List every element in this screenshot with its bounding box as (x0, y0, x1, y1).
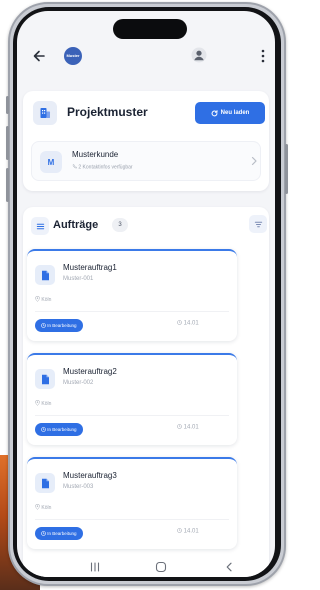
customer-contacts-text: 2 Kontaktinfos verfügbar (78, 164, 133, 171)
order-divider (35, 311, 229, 312)
orders-title: Aufträge (53, 219, 99, 231)
side-button-volume-up (6, 126, 9, 160)
reload-button[interactable]: Neu laden (195, 102, 265, 124)
user-icon[interactable] (191, 47, 207, 63)
order-card-2[interactable]: Musterauftrag2 Muster-002 Köln In Bearbe… (27, 353, 237, 445)
system-nav-bar (17, 559, 275, 577)
order-city: Köln (41, 297, 52, 303)
clock-icon (177, 320, 182, 325)
order-date-text: 14.01 (183, 528, 199, 535)
order-status: In Bearbeitung (47, 427, 77, 432)
nav-back-icon[interactable] (225, 562, 233, 572)
document-icon (35, 369, 55, 389)
customer-name: Musterkunde (72, 150, 119, 159)
order-date: 14.01 (177, 424, 199, 431)
order-location: Köln (35, 295, 52, 303)
back-arrow-icon[interactable] (32, 49, 46, 63)
order-id: Muster-001 (63, 276, 94, 282)
order-divider (35, 415, 229, 416)
side-button-power (285, 144, 288, 194)
project-card: Projektmuster Neu laden M Musterkunde 2 … (23, 91, 269, 191)
home-icon[interactable] (155, 561, 167, 573)
clock-icon (177, 528, 182, 533)
order-status-badge: In Bearbeitung (35, 319, 83, 332)
order-date: 14.01 (177, 528, 199, 535)
pin-icon (35, 503, 40, 510)
order-location: Köln (35, 399, 52, 407)
order-id: Muster-003 (63, 484, 94, 490)
order-status: In Bearbeitung (47, 531, 77, 536)
document-icon (35, 473, 55, 493)
more-vertical-icon[interactable] (260, 48, 266, 64)
reload-button-label: Neu laden (220, 110, 250, 116)
status-clock-icon (41, 322, 46, 328)
document-icon (35, 265, 55, 285)
customer-avatar: M (40, 151, 62, 173)
list-icon (31, 217, 49, 235)
status-clock-icon (41, 530, 46, 536)
orders-count-badge: 3 (112, 218, 128, 232)
order-city: Köln (41, 505, 52, 511)
order-date: 14.01 (177, 320, 199, 327)
clock-icon (177, 424, 182, 429)
order-city: Köln (41, 401, 52, 407)
order-status-badge: In Bearbeitung (35, 423, 83, 436)
phone-icon (72, 164, 77, 169)
order-id: Muster-002 (63, 380, 94, 386)
order-date-text: 14.01 (183, 320, 199, 327)
order-location: Köln (35, 503, 52, 511)
order-status: In Bearbeitung (47, 323, 77, 328)
side-button-silent (6, 96, 9, 114)
order-date-text: 14.01 (183, 424, 199, 431)
recents-icon[interactable] (89, 562, 101, 572)
refresh-icon (211, 109, 218, 116)
phone-frame: Muster Projektmuster Neu laden M Musterk… (6, 2, 288, 586)
company-logo[interactable]: Muster (64, 47, 82, 65)
order-title: Musterauftrag3 (63, 471, 117, 480)
status-clock-icon (41, 426, 46, 432)
side-button-volume-down (6, 168, 9, 202)
order-title: Musterauftrag2 (63, 367, 117, 376)
pin-icon (35, 295, 40, 302)
order-title: Musterauftrag1 (63, 263, 117, 272)
order-divider (35, 519, 229, 520)
order-card-3[interactable]: Musterauftrag3 Muster-003 Köln In Bearbe… (27, 457, 237, 549)
chevron-right-icon (251, 156, 257, 166)
app-top-bar: Muster (17, 43, 275, 73)
app-screen: Muster Projektmuster Neu laden M Musterk… (17, 11, 275, 577)
filter-button[interactable] (249, 215, 267, 233)
dynamic-island (113, 19, 187, 39)
project-title: Projektmuster (67, 105, 148, 119)
building-icon (33, 101, 57, 125)
orders-panel: Aufträge 3 Musterauftrag1 Muster-001 Köl… (23, 207, 269, 577)
customer-row[interactable]: M Musterkunde 2 Kontaktinfos verfügbar (31, 141, 261, 181)
company-logo-text: Muster (66, 53, 80, 58)
order-status-badge: In Bearbeitung (35, 527, 83, 540)
pin-icon (35, 399, 40, 406)
filter-icon (254, 221, 262, 227)
order-card-1[interactable]: Musterauftrag1 Muster-001 Köln In Bearbe… (27, 249, 237, 341)
customer-contacts: 2 Kontaktinfos verfügbar (72, 164, 133, 171)
